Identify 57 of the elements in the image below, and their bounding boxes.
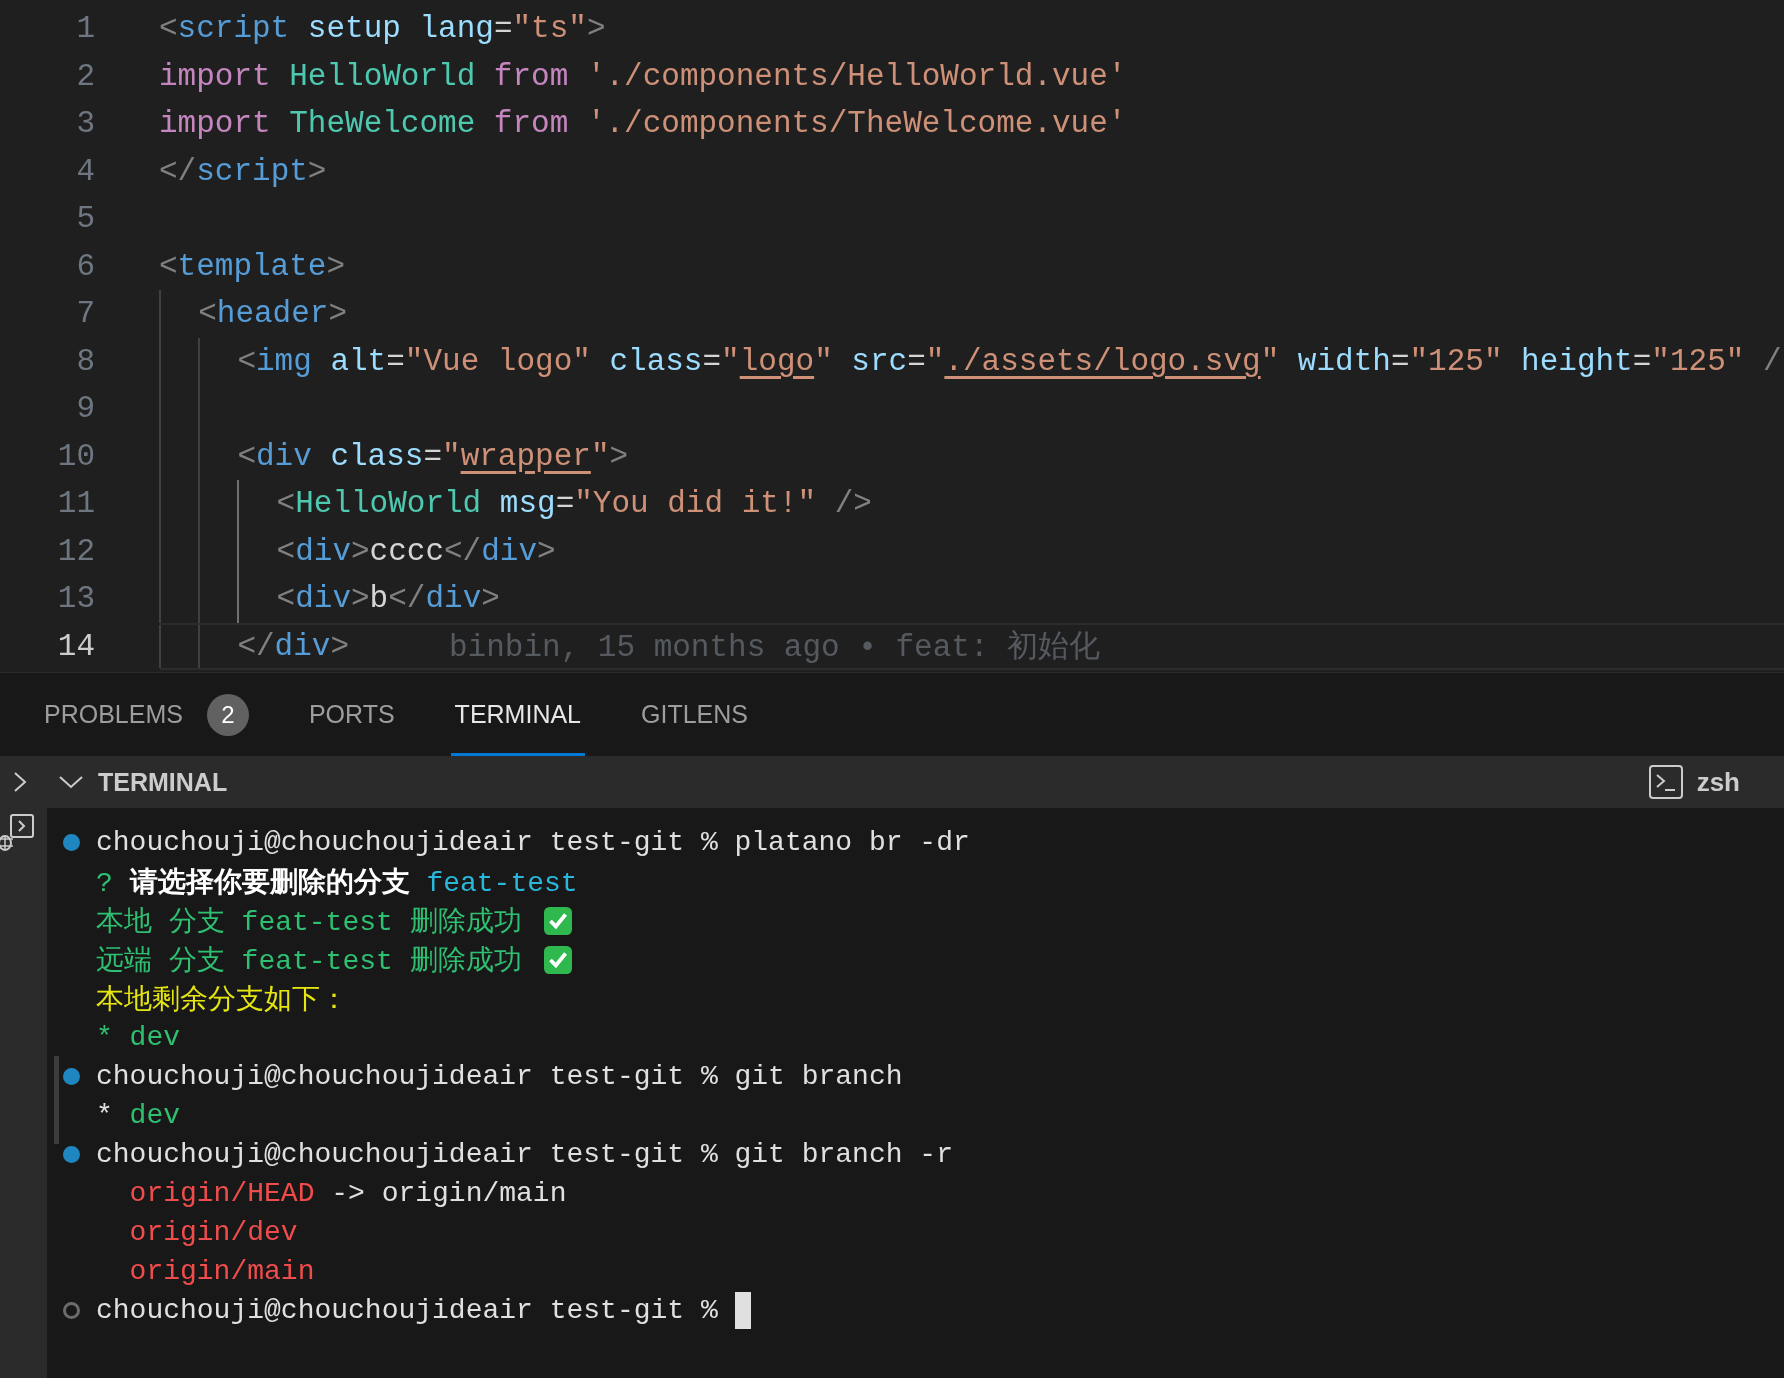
line-number: 3 — [75, 106, 95, 142]
blame-annotation: binbin, 15 months ago • feat: 初始化 — [449, 629, 1101, 668]
code-line: <div class="wrapper"> — [237, 437, 629, 476]
terminal-line: chouchouji@chouchoujideair test-git % platano br -dr — [96, 827, 970, 858]
code-line: <header> — [198, 295, 348, 334]
panel-tab[interactable]: PROBLEMS 2 — [40, 673, 253, 756]
line-number: 10 — [56, 438, 95, 474]
line-number: 7 — [75, 296, 95, 332]
line-number: 9 — [75, 391, 95, 427]
shell-name[interactable]: zsh — [1696, 766, 1740, 798]
code-line: <HelloWorld msg="You did it!" /> — [276, 485, 872, 524]
terminal-line: * dev — [96, 1022, 180, 1053]
line-number: 6 — [75, 248, 95, 284]
panel-tab[interactable]: PORTS — [304, 673, 399, 756]
code-line: <img alt="Vue logo" class="logo" src="./assets/logo.svg" width="125" height="125" / — [237, 342, 1782, 381]
code-line: import TheWelcome from './components/TheWelcome.vue' — [159, 105, 1127, 144]
code-line: <template> — [159, 247, 346, 286]
code-line: import HelloWorld from './components/HelloWorld.vue' — [159, 57, 1127, 96]
terminal-line: chouchouji@chouchoujideair test-git % git branch -r — [96, 1139, 953, 1170]
scrollbar[interactable] — [54, 1056, 59, 1144]
check-mark-icon — [543, 945, 572, 974]
line-number: 4 — [75, 153, 95, 189]
command-status-icon[interactable] — [63, 834, 80, 851]
chevron-right-icon[interactable] — [12, 770, 28, 794]
command-status-icon[interactable] — [63, 1146, 80, 1163]
line-number: 8 — [75, 343, 95, 379]
terminal-line: 远端 分支 feat-test 删除成功 — [96, 944, 522, 979]
terminal-line: origin/main — [128, 1256, 315, 1287]
command-status-icon[interactable] — [63, 1068, 80, 1085]
code-line: <div>cccc</div> — [276, 532, 556, 571]
terminal-line: 本地剩余分支如下： — [96, 983, 348, 1018]
code-line: </script> — [159, 152, 327, 191]
line-number: 2 — [75, 58, 95, 94]
terminal-line: origin/HEAD -> origin/main — [128, 1178, 567, 1209]
line-number: 11 — [56, 486, 95, 522]
section-title: TERMINAL — [98, 767, 228, 797]
code-line: </div> — [237, 627, 349, 666]
panel-tab[interactable]: GITLENS — [637, 673, 752, 756]
chevron-down-icon[interactable] — [58, 774, 84, 790]
terminal-line: chouchouji@chouchoujideair test-git % git branch — [96, 1061, 903, 1092]
line-number: 12 — [56, 533, 95, 569]
line-number: 1 — [75, 11, 95, 47]
line-number: 5 — [75, 201, 95, 237]
command-status-icon[interactable] — [63, 1302, 80, 1319]
terminal-line: chouchouji@chouchoujideair test-git % — [96, 1295, 718, 1326]
terminal-debug-icon[interactable] — [0, 813, 36, 853]
terminal-line: origin/dev — [128, 1217, 298, 1248]
count-badge: 2 — [206, 693, 249, 736]
terminal-line: * dev — [96, 1100, 181, 1131]
terminal-line: ? 请选择你要删除的分支 feat-test — [96, 866, 578, 901]
code-line: <script setup lang="ts"> — [159, 10, 606, 49]
line-number: 13 — [56, 581, 95, 617]
code-line: <div>b</div> — [276, 580, 500, 619]
line-number: 14 — [56, 628, 95, 664]
check-mark-icon — [543, 906, 572, 935]
terminal-line: 本地 分支 feat-test 删除成功 — [96, 905, 522, 940]
terminal-icon[interactable] — [1648, 765, 1683, 799]
